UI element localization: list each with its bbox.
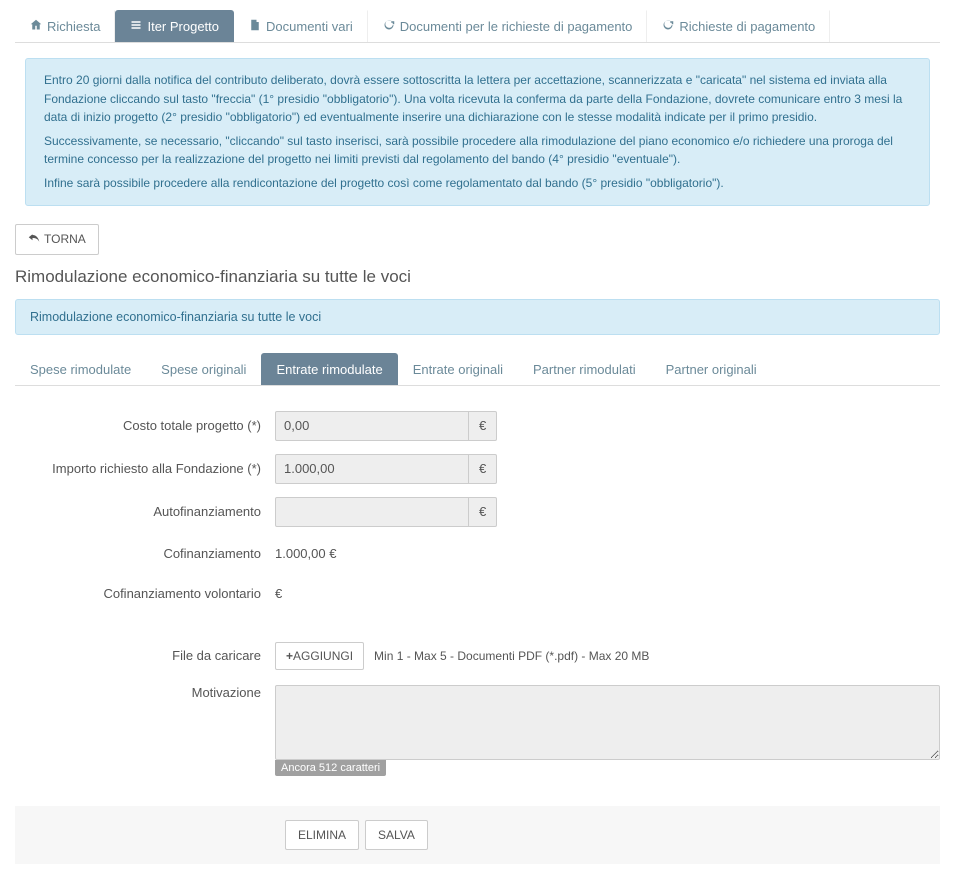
row-cofinanziamento: Cofinanziamento 1.000,00 € (15, 540, 940, 567)
tab-documenti-pagamento[interactable]: Documenti per le richieste di pagamento (368, 10, 648, 42)
cofin-value: 1.000,00 € (275, 540, 336, 567)
tab-iter-progetto[interactable]: Iter Progetto (115, 10, 234, 42)
subtab-spese-originali[interactable]: Spese originali (146, 353, 261, 385)
tab-label: Documenti per le richieste di pagamento (400, 19, 633, 34)
subtab-entrate-originali[interactable]: Entrate originali (398, 353, 518, 385)
tab-documenti-vari[interactable]: Documenti vari (234, 10, 368, 42)
currency-addon: € (469, 411, 497, 441)
list-icon (130, 19, 142, 34)
char-counter: Ancora 512 caratteri (275, 760, 386, 776)
costo-label: Costo totale progetto (*) (15, 418, 275, 433)
row-autofinanziamento: Autofinanziamento € (15, 497, 940, 527)
action-bar: ELIMINA SALVA (15, 806, 940, 864)
delete-button[interactable]: ELIMINA (285, 820, 359, 850)
alert-paragraph: Entro 20 giorni dalla notifica del contr… (44, 71, 911, 127)
currency-addon: € (469, 454, 497, 484)
subtabs: Spese rimodulate Spese originali Entrate… (15, 353, 940, 386)
refresh-icon (383, 19, 395, 34)
file-icon (249, 19, 261, 34)
tab-label: Documenti vari (266, 19, 353, 34)
row-costo-totale: Costo totale progetto (*) € (15, 411, 940, 441)
subtab-partner-originali[interactable]: Partner originali (651, 353, 772, 385)
add-file-button[interactable]: +AGGIUNGI (275, 642, 364, 670)
info-alert: Entro 20 giorni dalla notifica del contr… (25, 58, 930, 206)
row-importo-richiesto: Importo richiesto alla Fondazione (*) € (15, 454, 940, 484)
panel-heading: Rimodulazione economico-finanziaria su t… (15, 299, 940, 335)
refresh-icon (662, 19, 674, 34)
section-title: Rimodulazione economico-finanziaria su t… (15, 267, 940, 287)
row-cofinanziamento-volontario: Cofinanziamento volontario € (15, 580, 940, 607)
back-button-label: TORNA (44, 232, 86, 246)
motivazione-label: Motivazione (15, 685, 275, 700)
subtab-spese-rimodulate[interactable]: Spese rimodulate (15, 353, 146, 385)
alert-paragraph: Successivamente, se necessario, "cliccan… (44, 132, 911, 169)
reply-arrow-icon (28, 232, 40, 247)
cofin-label: Cofinanziamento (15, 546, 275, 561)
tab-richieste-pagamento[interactable]: Richieste di pagamento (647, 10, 830, 42)
tab-label: Iter Progetto (147, 19, 219, 34)
add-file-label: AGGIUNGI (293, 649, 353, 663)
back-button[interactable]: TORNA (15, 224, 99, 255)
motivazione-textarea[interactable] (275, 685, 940, 760)
cofin-vol-value: € (275, 580, 282, 607)
main-nav-tabs: Richiesta Iter Progetto Documenti vari D… (15, 10, 940, 43)
importo-input[interactable] (275, 454, 469, 484)
autofin-input[interactable] (275, 497, 469, 527)
importo-label: Importo richiesto alla Fondazione (*) (15, 461, 275, 476)
tab-label: Richieste di pagamento (679, 19, 815, 34)
costo-input[interactable] (275, 411, 469, 441)
cofin-vol-label: Cofinanziamento volontario (15, 586, 275, 601)
row-motivazione: Motivazione Ancora 512 caratteri (15, 685, 940, 776)
save-button[interactable]: SALVA (365, 820, 428, 850)
tab-label: Richiesta (47, 19, 100, 34)
home-icon (30, 19, 42, 34)
row-file-da-caricare: File da caricare +AGGIUNGI Min 1 - Max 5… (15, 642, 940, 670)
currency-addon: € (469, 497, 497, 527)
plus-icon: + (286, 649, 293, 663)
alert-paragraph: Infine sarà possibile procedere alla ren… (44, 174, 911, 193)
file-label: File da caricare (15, 648, 275, 663)
file-hint: Min 1 - Max 5 - Documenti PDF (*.pdf) - … (374, 649, 649, 663)
tab-richiesta[interactable]: Richiesta (15, 10, 115, 42)
subtab-partner-rimodulati[interactable]: Partner rimodulati (518, 353, 651, 385)
autofin-label: Autofinanziamento (15, 504, 275, 519)
subtab-entrate-rimodulate[interactable]: Entrate rimodulate (261, 353, 397, 385)
